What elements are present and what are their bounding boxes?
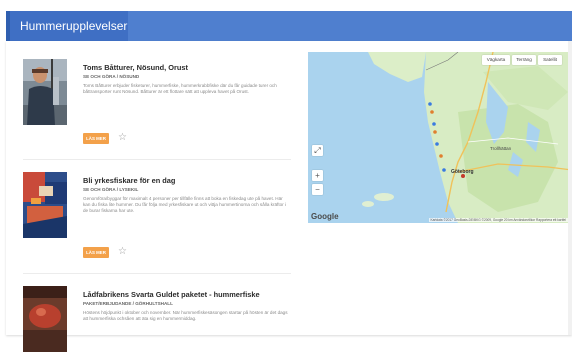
map-type-road[interactable]: Vägkarta: [482, 55, 510, 65]
map-label-gothenburg: Göteborg: [451, 169, 474, 175]
list-item: Toms Båtturer, Nösund, Orust SE och göra…: [23, 59, 291, 154]
zoom-in-button[interactable]: +: [312, 170, 323, 181]
item-title[interactable]: Toms Båtturer, Nösund, Orust: [83, 63, 293, 72]
item-description: Genomföra/byggar för maximalt 4 personer…: [83, 196, 286, 213]
item-category: PAKET/ERBJUDANDE / GÖRHULTSHALL: [83, 301, 173, 306]
google-logo[interactable]: Google: [311, 212, 339, 221]
map-view[interactable]: Vägkarta Terräng Satellit ⤢ + − Göteborg…: [308, 52, 572, 223]
item-description: Toms Båtturer erbjuder fisketurer, humme…: [83, 83, 277, 94]
item-photo[interactable]: [23, 59, 67, 125]
map-label-trollhattan: Trollhättan: [490, 146, 512, 151]
item-title[interactable]: Bli yrkesfiskare för en dag: [83, 176, 293, 185]
zoom-out-button[interactable]: −: [312, 184, 323, 195]
list-item: Bli yrkesfiskare för en dag SE och göra …: [23, 172, 291, 267]
divider: [23, 273, 291, 274]
favorite-star-icon[interactable]: ☆: [118, 133, 128, 143]
content-panel: Toms Båtturer, Nösund, Orust SE och göra…: [6, 41, 572, 352]
scrollbar[interactable]: [568, 41, 572, 335]
map-attribution[interactable]: Kartdata ©2017 GeoBasis-DE/BKG ©2009, Go…: [428, 218, 568, 222]
top-spacer: [0, 0, 572, 11]
item-photo[interactable]: [23, 172, 67, 238]
item-title[interactable]: Lådfabrikens Svarta Guldet paketet - hum…: [83, 290, 293, 299]
read-more-button[interactable]: LÄS MER: [83, 247, 109, 258]
section-title: Hummerupplevelser: [10, 11, 128, 41]
list-item: Lådfabrikens Svarta Guldet paketet - hum…: [23, 286, 293, 352]
item-description: Höstens höjdpunkt i oktober och november…: [83, 310, 288, 321]
item-photo[interactable]: [23, 286, 67, 352]
item-category: SE och göra / Nösund: [83, 74, 140, 79]
item-category: SE och göra / Lysekil: [83, 187, 139, 192]
fullscreen-icon[interactable]: ⤢: [312, 145, 323, 156]
section-header: Hummerupplevelser: [6, 11, 572, 41]
experience-list: Toms Båtturer, Nösund, Orust SE och göra…: [6, 41, 296, 352]
divider: [23, 159, 291, 160]
map-type-terrain[interactable]: Terräng: [512, 55, 536, 65]
map-type-satellite[interactable]: Satellit: [538, 55, 562, 65]
read-more-button[interactable]: LÄS MER: [83, 133, 109, 144]
favorite-star-icon[interactable]: ☆: [118, 247, 128, 257]
